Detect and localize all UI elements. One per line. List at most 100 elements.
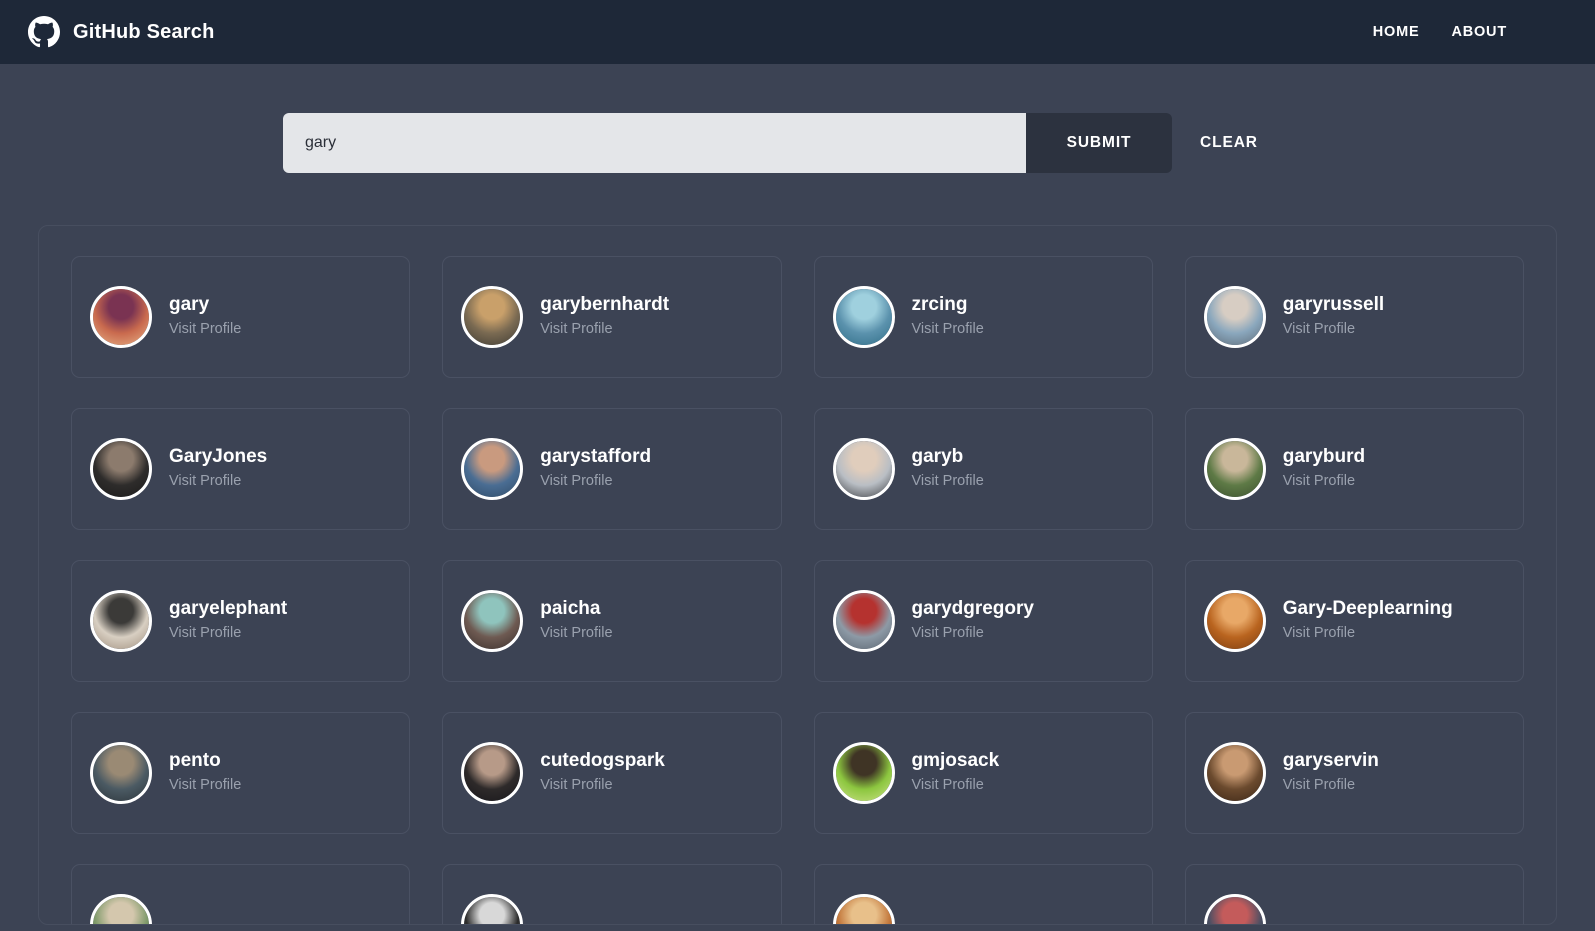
results-panel: gary Visit Profile garybernhardt Visit Prof…	[38, 225, 1557, 925]
avatar	[90, 286, 152, 348]
avatar	[1203, 286, 1266, 348]
avatar	[1203, 438, 1266, 500]
avatar	[832, 894, 895, 924]
user-card[interactable]	[1184, 864, 1524, 924]
user-card-text: Gary-Deeplearning Visit Profile	[1283, 597, 1453, 645]
visit-profile-link[interactable]: Visit Profile	[912, 469, 984, 494]
avatar	[832, 438, 895, 500]
visit-profile-link[interactable]: Visit Profile	[1283, 621, 1453, 646]
visit-profile-link[interactable]: Visit Profile	[169, 621, 287, 646]
visit-profile-link[interactable]: Visit Profile	[1283, 317, 1384, 342]
top-navbar: GitHub Search HOME ABOUT	[0, 0, 1595, 64]
app-title: GitHub Search	[73, 20, 215, 43]
avatar	[1203, 894, 1266, 924]
user-card-text: pento Visit Profile	[169, 749, 241, 797]
avatar	[90, 590, 152, 652]
user-card[interactable]: gary Visit Profile	[71, 256, 411, 378]
username-label: garyelephant	[169, 597, 288, 619]
visit-profile-link[interactable]: Visit Profile	[169, 469, 267, 494]
visit-profile-link[interactable]: Visit Profile	[540, 469, 651, 494]
avatar	[461, 286, 524, 348]
username-label: garyb	[911, 445, 964, 467]
user-card[interactable]: gmjosack Visit Profile	[813, 712, 1153, 834]
avatar	[90, 742, 152, 804]
user-card[interactable]: Gary-Deeplearning Visit Profile	[1184, 560, 1524, 682]
search-bar: SUBMIT CLEAR	[0, 64, 1595, 173]
nav-link-about[interactable]: ABOUT	[1451, 24, 1507, 40]
username-label: garybernhardt	[540, 293, 670, 315]
user-card-text: garystafford Visit Profile	[540, 445, 651, 493]
username-label: paicha	[540, 597, 601, 619]
username-label: garystafford	[540, 445, 652, 467]
avatar	[832, 590, 895, 652]
avatar	[90, 438, 152, 500]
avatar	[461, 742, 524, 804]
visit-profile-link[interactable]: Visit Profile	[1283, 773, 1379, 798]
clear-button[interactable]: CLEAR	[1194, 124, 1264, 162]
username-label: garyrussell	[1282, 293, 1385, 315]
user-card[interactable]: zrcing Visit Profile	[813, 256, 1153, 378]
avatar	[461, 894, 524, 924]
user-card[interactable]	[71, 864, 411, 924]
user-card-text: garyrussell Visit Profile	[1283, 293, 1384, 341]
user-card-text: garybernhardt Visit Profile	[540, 293, 669, 341]
visit-profile-link[interactable]: Visit Profile	[169, 317, 241, 342]
visit-profile-link[interactable]: Visit Profile	[540, 773, 665, 798]
user-card[interactable]: paicha Visit Profile	[442, 560, 782, 682]
visit-profile-link[interactable]: Visit Profile	[169, 773, 241, 798]
results-grid: gary Visit Profile garybernhardt Visit Prof…	[71, 256, 1524, 924]
user-card-text: garydgregory Visit Profile	[912, 597, 1034, 645]
user-card-text: GaryJones Visit Profile	[169, 445, 267, 493]
username-label: cutedogspark	[540, 749, 665, 771]
user-card-text: gary Visit Profile	[169, 293, 241, 341]
user-card[interactable]: garyburd Visit Profile	[1184, 408, 1524, 530]
user-card-text: gmjosack Visit Profile	[912, 749, 1000, 797]
user-card[interactable]: garyelephant Visit Profile	[71, 560, 411, 682]
avatar	[1203, 742, 1266, 804]
user-card[interactable]: pento Visit Profile	[71, 712, 411, 834]
username-label: garydgregory	[911, 597, 1034, 619]
user-card[interactable]: garyrussell Visit Profile	[1184, 256, 1524, 378]
user-card-text: garyburd Visit Profile	[1283, 445, 1365, 493]
user-card-text: garyservin Visit Profile	[1283, 749, 1379, 797]
username-label: GaryJones	[169, 445, 268, 467]
user-card[interactable]	[442, 864, 782, 924]
avatar	[461, 590, 524, 652]
submit-button[interactable]: SUBMIT	[1026, 113, 1172, 173]
username-label: garyservin	[1282, 749, 1379, 771]
visit-profile-link[interactable]: Visit Profile	[540, 317, 669, 342]
username-label: zrcing	[911, 293, 968, 315]
visit-profile-link[interactable]: Visit Profile	[912, 773, 1000, 798]
search-input[interactable]	[283, 113, 1026, 173]
user-card[interactable]: garyb Visit Profile	[813, 408, 1153, 530]
visit-profile-link[interactable]: Visit Profile	[912, 317, 984, 342]
username-label: garyburd	[1282, 445, 1366, 467]
user-card-text: garyb Visit Profile	[912, 445, 984, 493]
avatar	[461, 438, 524, 500]
primary-nav: HOME ABOUT	[1373, 24, 1565, 40]
user-card[interactable]: garydgregory Visit Profile	[813, 560, 1153, 682]
username-label: gmjosack	[911, 749, 1000, 771]
user-card-text: zrcing Visit Profile	[912, 293, 984, 341]
avatar	[832, 286, 895, 348]
user-card-text: garyelephant Visit Profile	[169, 597, 287, 645]
avatar	[832, 742, 895, 804]
avatar	[1203, 590, 1266, 652]
visit-profile-link[interactable]: Visit Profile	[1283, 469, 1365, 494]
username-label: Gary-Deeplearning	[1282, 597, 1453, 619]
user-card[interactable]: garybernhardt Visit Profile	[442, 256, 782, 378]
brand[interactable]: GitHub Search	[28, 16, 215, 48]
avatar	[90, 894, 152, 924]
visit-profile-link[interactable]: Visit Profile	[912, 621, 1034, 646]
user-card-text: cutedogspark Visit Profile	[540, 749, 665, 797]
user-card[interactable]: garyservin Visit Profile	[1184, 712, 1524, 834]
username-label: pento	[169, 749, 221, 771]
user-card[interactable]: GaryJones Visit Profile	[71, 408, 411, 530]
username-label: gary	[169, 293, 210, 315]
user-card-text: paicha Visit Profile	[540, 597, 612, 645]
user-card[interactable]: cutedogspark Visit Profile	[442, 712, 782, 834]
nav-link-home[interactable]: HOME	[1373, 24, 1420, 40]
visit-profile-link[interactable]: Visit Profile	[540, 621, 612, 646]
user-card[interactable]	[813, 864, 1153, 924]
user-card[interactable]: garystafford Visit Profile	[442, 408, 782, 530]
